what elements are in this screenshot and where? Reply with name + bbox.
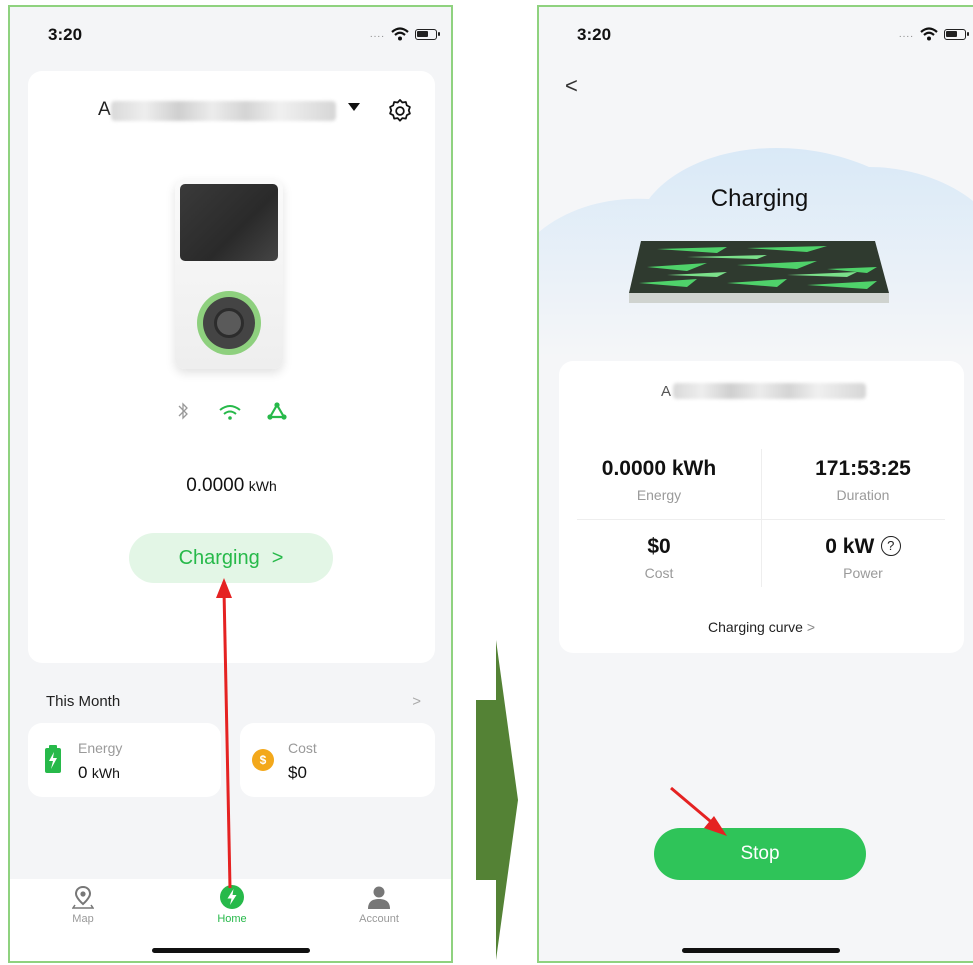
cost-value: $0 bbox=[288, 763, 307, 782]
divider-vertical bbox=[761, 449, 762, 587]
home-indicator bbox=[152, 948, 310, 953]
lightning-icon bbox=[220, 885, 244, 909]
bluetooth-icon bbox=[178, 402, 188, 420]
charging-status-label: Charging bbox=[178, 546, 260, 569]
tab-account-label: Account bbox=[359, 913, 399, 925]
settings-gear-icon[interactable] bbox=[386, 97, 414, 125]
charging-curve-label: Charging curve bbox=[707, 619, 803, 635]
charger-device-image bbox=[175, 179, 283, 369]
device-name-redacted bbox=[673, 383, 866, 399]
charging-stats-card: A 0.0000 kWh Energy 171:53:25 Duration $… bbox=[559, 361, 964, 653]
coin-icon: $ bbox=[252, 749, 274, 771]
battery-icon bbox=[415, 28, 440, 40]
cost-summary-card: $ Cost $0 bbox=[240, 723, 435, 797]
map-pin-icon bbox=[72, 885, 94, 909]
chevron-right-icon: > bbox=[412, 693, 421, 710]
status-time: 3:20 bbox=[48, 25, 83, 44]
this-month-label: This Month bbox=[46, 693, 121, 710]
back-button[interactable]: < bbox=[565, 73, 578, 99]
power-stat-value: 0 kW bbox=[825, 535, 875, 558]
device-name-prefix: A bbox=[98, 99, 111, 120]
chevron-right-icon: > bbox=[806, 619, 815, 635]
network-status-icon bbox=[267, 402, 287, 420]
user-icon bbox=[368, 886, 390, 909]
chevron-right-icon: > bbox=[271, 546, 284, 569]
cost-label: Cost bbox=[288, 740, 317, 756]
energy-value: 0 kWh bbox=[78, 763, 120, 782]
tab-home[interactable]: Home bbox=[177, 879, 287, 925]
cost-stat-value: $0 bbox=[647, 535, 671, 558]
device-name-redacted bbox=[111, 101, 336, 121]
status-icons: .... bbox=[898, 27, 969, 41]
battery-charge-icon bbox=[45, 745, 61, 773]
stop-button-label: Stop bbox=[740, 843, 780, 864]
charging-status-button[interactable]: Charging > bbox=[129, 533, 333, 583]
energy-reading: 0.0000 kWh bbox=[28, 475, 435, 497]
energy-stat-value: 0.0000 kWh bbox=[601, 457, 717, 480]
wifi-status-icon bbox=[219, 405, 241, 420]
duration-stat-value: 171:53:25 bbox=[815, 457, 911, 480]
charging-curve-link[interactable]: Charging curve > bbox=[559, 619, 964, 635]
this-month-row[interactable]: This Month > bbox=[46, 693, 421, 715]
tab-map[interactable]: Map bbox=[28, 879, 138, 925]
device-card: A 0.0000 kWh Charging > bbox=[28, 71, 435, 663]
power-stat-label: Power bbox=[843, 565, 883, 581]
home-screen: 3:20 .... A 0.0000 kWh Charging > This M… bbox=[8, 5, 453, 963]
dropdown-arrow-icon[interactable] bbox=[348, 103, 360, 111]
device-selector[interactable]: A bbox=[98, 97, 368, 125]
energy-reading-value: 0.0000 bbox=[186, 475, 245, 496]
signal-icon: .... bbox=[898, 28, 914, 40]
divider-horizontal bbox=[577, 519, 945, 520]
status-time: 3:20 bbox=[577, 25, 612, 44]
status-icons: .... bbox=[369, 27, 440, 41]
home-indicator bbox=[682, 948, 840, 953]
tab-home-label: Home bbox=[217, 913, 247, 925]
energy-summary-card: Energy 0 kWh bbox=[28, 723, 221, 797]
tab-map-label: Map bbox=[72, 913, 94, 925]
power-stat-value-row: 0 kW ? bbox=[773, 535, 953, 559]
tab-account[interactable]: Account bbox=[324, 879, 434, 925]
signal-icon: .... bbox=[369, 28, 385, 40]
cost-stat-label: Cost bbox=[644, 565, 674, 581]
battery-pack-image bbox=[629, 241, 889, 303]
charging-screen: 3:20 .... < Charging A 0.0000 kWh Energy… bbox=[537, 5, 973, 963]
page-title: Charging bbox=[710, 185, 809, 212]
wifi-icon bbox=[920, 27, 938, 41]
energy-stat-label: Energy bbox=[636, 487, 682, 503]
energy-reading-unit: kWh bbox=[248, 478, 277, 494]
duration-stat-label: Duration bbox=[836, 487, 890, 503]
help-circle-icon[interactable]: ? bbox=[880, 536, 901, 556]
battery-icon bbox=[944, 28, 969, 40]
wifi-icon bbox=[391, 27, 409, 41]
flow-arrow bbox=[476, 640, 518, 960]
device-name-prefix: A bbox=[661, 383, 672, 400]
energy-label: Energy bbox=[78, 740, 123, 756]
stop-button[interactable]: Stop bbox=[654, 828, 866, 880]
